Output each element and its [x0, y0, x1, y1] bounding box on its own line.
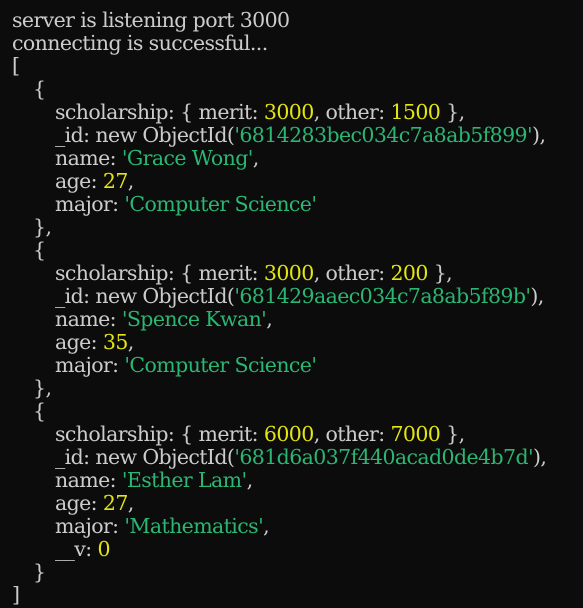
other-key: , other: [313, 261, 391, 285]
comma: , [127, 491, 135, 515]
record-name-line: name: 'Grace Wong', [12, 147, 583, 170]
record-name-line: name: 'Spence Kwan', [12, 308, 583, 331]
name-value: 'Esther Lam' [121, 468, 247, 492]
comma: , [266, 307, 273, 331]
record-version-line: __v: 0 [12, 538, 583, 561]
record-scholarship-line: scholarship: { merit: 3000, other: 1500 … [12, 101, 583, 124]
log-line-connected: connecting is successful... [12, 31, 268, 55]
id-close: ), [533, 445, 547, 469]
record-name-line: name: 'Esther Lam', [12, 469, 583, 492]
record-close-brace: }, [33, 376, 52, 400]
scholarship-key: scholarship: { merit: [55, 100, 264, 124]
major-key: major: [55, 353, 125, 377]
record-age-line: age: 27, [12, 170, 583, 193]
record-close-brace: } [33, 560, 46, 584]
record-scholarship-line: scholarship: { merit: 3000, other: 200 }… [12, 262, 583, 285]
age-value: 35 [102, 330, 128, 354]
id-value: '6814283bec034c7a8ab5f899' [234, 123, 533, 147]
age-value: 27 [102, 491, 128, 515]
id-key: _id: new ObjectId( [55, 123, 235, 147]
scholarship-close: }, [427, 261, 453, 285]
record-major-line: major: 'Computer Science' [12, 193, 583, 216]
scholarship-close: }, [440, 100, 465, 124]
record-major-line: major: 'Computer Science' [12, 354, 583, 377]
name-key: name: [55, 468, 122, 492]
name-key: name: [55, 146, 122, 170]
comma: , [252, 146, 260, 170]
id-key: _id: new ObjectId( [55, 445, 235, 469]
version-key: __v: [55, 537, 98, 561]
other-value: 200 [390, 261, 428, 285]
record-open-brace: { [33, 238, 46, 262]
major-key: major: [55, 514, 125, 538]
array-close-bracket: ] [12, 583, 20, 607]
array-open-bracket: [ [12, 54, 20, 78]
record-id-line: _id: new ObjectId('6814283bec034c7a8ab5f… [12, 124, 583, 147]
record-scholarship-line: scholarship: { merit: 6000, other: 7000 … [12, 423, 583, 446]
merit-value: 3000 [263, 100, 314, 124]
id-value: '681429aaec034c7a8ab5f89b' [234, 284, 531, 308]
record-close-brace: }, [33, 215, 52, 239]
other-key: , other: [313, 422, 391, 446]
scholarship-key: scholarship: { merit: [55, 261, 264, 285]
log-line-listening: server is listening port 3000 [12, 8, 290, 32]
major-value: 'Computer Science' [124, 192, 317, 216]
major-value: 'Mathematics' [124, 514, 264, 538]
name-value: 'Spence Kwan' [121, 307, 267, 331]
terminal-window: server is listening port 3000 connecting… [0, 0, 583, 608]
other-value: 7000 [390, 422, 441, 446]
record-age-line: age: 35, [12, 331, 583, 354]
merit-value: 6000 [263, 422, 314, 446]
comma: , [263, 514, 270, 538]
id-close: ), [532, 123, 546, 147]
other-key: , other: [313, 100, 391, 124]
id-close: ), [530, 284, 544, 308]
merit-value: 3000 [263, 261, 314, 285]
scholarship-key: scholarship: { merit: [55, 422, 264, 446]
age-key: age: [55, 491, 103, 515]
id-value: '681d6a037f440acad0de4b7d' [234, 445, 534, 469]
comma: , [127, 330, 135, 354]
comma: , [246, 468, 254, 492]
other-value: 1500 [390, 100, 441, 124]
age-key: age: [55, 330, 103, 354]
version-value: 0 [97, 537, 111, 561]
record-open-brace: { [33, 399, 46, 423]
major-value: 'Computer Science' [124, 353, 317, 377]
record-id-line: _id: new ObjectId('681d6a037f440acad0de4… [12, 446, 583, 469]
name-value: 'Grace Wong' [121, 146, 254, 170]
major-key: major: [55, 192, 125, 216]
scholarship-close: }, [440, 422, 465, 446]
record-major-line: major: 'Mathematics', [12, 515, 583, 538]
comma: , [127, 169, 135, 193]
id-key: _id: new ObjectId( [55, 284, 235, 308]
record-open-brace: { [33, 77, 46, 101]
name-key: name: [55, 307, 122, 331]
age-value: 27 [102, 169, 128, 193]
record-id-line: _id: new ObjectId('681429aaec034c7a8ab5f… [12, 285, 583, 308]
record-age-line: age: 27, [12, 492, 583, 515]
age-key: age: [55, 169, 103, 193]
